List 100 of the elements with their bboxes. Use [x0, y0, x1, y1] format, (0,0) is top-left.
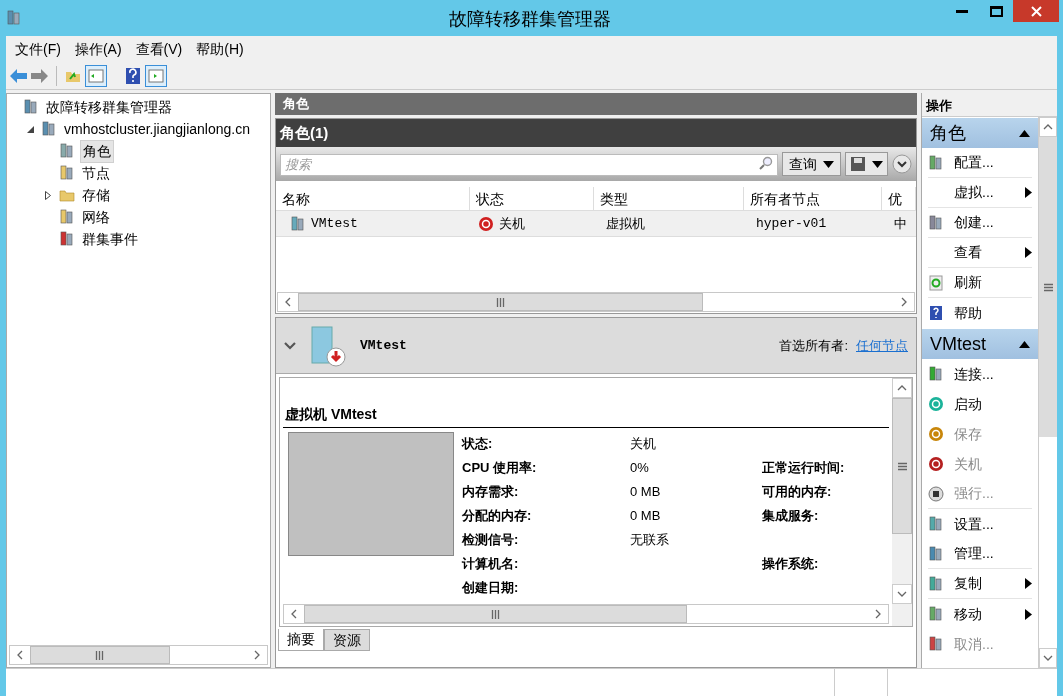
tree-item[interactable]: 群集事件 — [80, 228, 140, 250]
off-state-icon — [478, 215, 494, 232]
collapsed-triangle-icon[interactable] — [45, 190, 51, 200]
action-item[interactable]: 启动 — [928, 389, 1032, 419]
grip-icon — [1043, 282, 1053, 292]
cluster-icon — [41, 121, 57, 137]
vertical-scrollbar[interactable] — [1038, 117, 1057, 668]
column-header[interactable]: 所有者节点 — [744, 187, 882, 210]
forward-icon[interactable] — [31, 68, 48, 83]
scroll-right-icon[interactable] — [899, 297, 909, 307]
menu-item[interactable]: 帮助(H) — [196, 38, 244, 60]
console-tree-icon[interactable] — [85, 64, 107, 87]
power-icon — [928, 456, 944, 472]
settings-icon — [928, 516, 944, 532]
vertical-scrollbar[interactable] — [892, 378, 912, 626]
scroll-down-icon[interactable] — [1043, 653, 1053, 663]
column-header[interactable]: 优 — [882, 187, 916, 210]
field-value: 0% — [630, 459, 650, 478]
tree-item[interactable]: 故障转移群集管理器 — [44, 96, 174, 118]
action-item[interactable]: 创建... — [928, 208, 1032, 238]
preferred-owner-label: 首选所有者: — [779, 336, 848, 355]
scroll-up-icon[interactable] — [897, 383, 907, 393]
column-header[interactable]: 状态 — [470, 187, 594, 210]
app-icon — [6, 10, 22, 26]
horizontal-scrollbar[interactable] — [9, 645, 268, 665]
nodes-icon — [59, 165, 75, 181]
close-button[interactable] — [1013, 0, 1059, 22]
query-button[interactable]: 查询 — [782, 152, 841, 176]
menu-item[interactable]: 文件(F) — [15, 38, 61, 60]
vm-name: VMtest — [360, 336, 407, 355]
action-pane-icon[interactable] — [145, 64, 167, 87]
action-item[interactable]: 移动 — [928, 599, 1032, 629]
field-label: 状态: — [462, 435, 494, 454]
scroll-up-icon[interactable] — [1043, 122, 1053, 132]
action-item[interactable]: 连接... — [928, 359, 1032, 389]
window-title: 故障转移群集管理器 — [448, 8, 612, 31]
caret-icon — [872, 160, 883, 168]
tab[interactable]: 资源 — [324, 629, 370, 651]
table-cell-text: hyper-v01 — [756, 214, 827, 233]
search-icon[interactable] — [759, 156, 773, 170]
grip-icon — [490, 609, 500, 619]
configure-icon — [928, 154, 944, 171]
tree-item[interactable]: 存储 — [80, 184, 112, 206]
action-item[interactable]: 设置... — [928, 509, 1032, 539]
action-item[interactable]: 帮助 — [928, 298, 1032, 328]
virtual-machine-icon — [310, 324, 346, 367]
menu-item[interactable]: 查看(V) — [135, 38, 183, 60]
scroll-left-icon[interactable] — [283, 297, 293, 307]
events-icon — [59, 231, 75, 247]
preferred-owner-link[interactable]: 任何节点 — [856, 335, 908, 356]
stop-icon — [928, 485, 944, 502]
collapse-chevron-icon[interactable] — [284, 341, 296, 350]
back-icon[interactable] — [10, 68, 27, 83]
table-cell-text: 关机 — [499, 214, 525, 233]
scroll-right-icon[interactable] — [252, 650, 262, 660]
submenu-arrow-icon — [1025, 608, 1032, 620]
help-icon[interactable] — [125, 66, 141, 85]
tree-item[interactable]: 节点 — [80, 162, 112, 184]
collapse-icon — [1019, 129, 1030, 137]
action-item[interactable]: 查看 — [928, 238, 1032, 268]
menu-item[interactable]: 操作(A) — [74, 38, 122, 60]
horizontal-scrollbar[interactable] — [277, 292, 915, 312]
scroll-left-icon[interactable] — [289, 609, 299, 619]
tree-item[interactable]: 角色 — [80, 139, 114, 163]
tree-item[interactable]: vmhostcluster.jiangjianlong.cn — [62, 118, 252, 140]
field-label: 计算机名: — [462, 555, 520, 574]
table-cell-text: 中 — [894, 214, 907, 233]
table-row[interactable]: VMtest 关机 虚拟机 hyper-v01 中 — [276, 211, 916, 237]
move-icon — [928, 606, 944, 622]
cancel-icon — [928, 636, 944, 652]
action-item[interactable]: 配置... — [928, 148, 1032, 178]
table-cell-text: VMtest — [311, 214, 358, 233]
search-field[interactable]: 搜索 — [280, 153, 778, 176]
scroll-right-icon[interactable] — [873, 609, 883, 619]
action-group-header[interactable]: VMtest — [922, 329, 1038, 359]
expand-icon[interactable] — [892, 154, 912, 174]
horizontal-scrollbar[interactable] — [283, 604, 889, 624]
tree-item[interactable]: 网络 — [80, 206, 112, 228]
action-item[interactable]: 复制 — [928, 569, 1032, 599]
scroll-left-icon[interactable] — [15, 650, 25, 660]
action-item[interactable]: 虚拟... — [928, 178, 1032, 208]
field-value: 关机 — [630, 435, 657, 454]
section-title: 虚拟机 VMtest — [283, 404, 889, 428]
pane-header: 角色 — [275, 93, 917, 115]
column-header[interactable]: 类型 — [594, 187, 744, 210]
column-header[interactable]: 名称 — [276, 187, 470, 210]
scroll-down-icon[interactable] — [897, 589, 907, 599]
action-item[interactable]: 刷新 — [928, 268, 1032, 298]
field-label: 集成服务: — [762, 507, 819, 526]
field-label: 分配的内存: — [462, 507, 533, 526]
action-item[interactable]: 管理... — [928, 539, 1032, 569]
replicate-icon — [928, 575, 944, 592]
expanded-triangle-icon[interactable] — [27, 125, 34, 133]
network-icon — [59, 209, 75, 225]
field-label: CPU 使用率: — [462, 459, 538, 478]
submenu-arrow-icon — [1025, 187, 1032, 198]
save-query-button[interactable] — [845, 152, 888, 176]
close-icon — [1030, 5, 1042, 17]
action-group-header[interactable]: 角色 — [922, 118, 1038, 148]
tab[interactable]: 摘要 — [278, 629, 324, 651]
